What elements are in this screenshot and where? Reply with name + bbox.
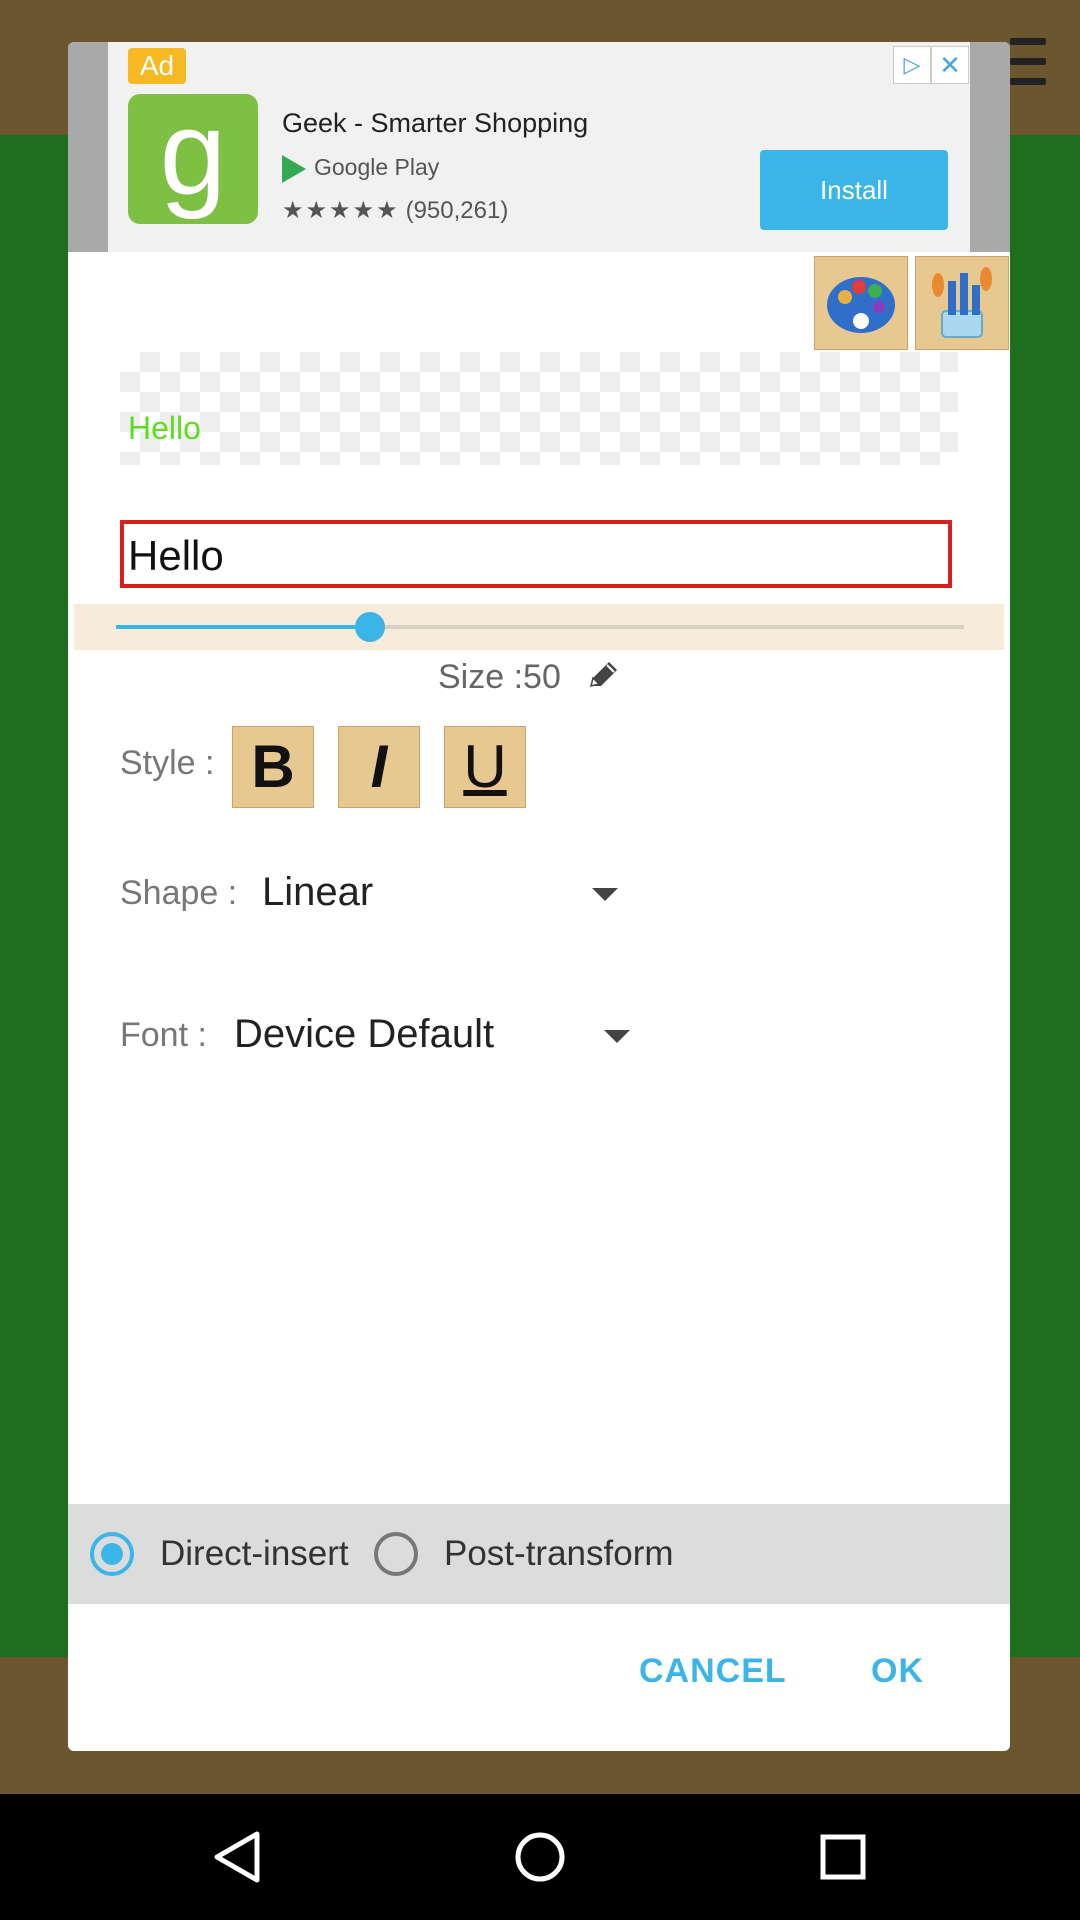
ad-close-icon[interactable]: ✕ [931,46,969,84]
shape-select[interactable]: Linear [262,870,373,915]
ad-rating: ★★★★★ (950,261) [282,196,508,225]
cancel-button[interactable]: CANCEL [639,1652,787,1691]
size-slider-track[interactable] [116,612,964,642]
system-navigation-bar [0,1794,1080,1920]
size-label: Size :50 [438,658,561,696]
shape-label: Shape : [120,874,238,912]
ad-badge: Ad [128,48,186,84]
ad-content[interactable]: Ad g Geek - Smarter Shopping Google Play… [108,42,970,252]
ad-rating-count: (950,261) [405,197,509,224]
menu-icon [1010,38,1046,98]
font-label: Font : [120,1016,207,1054]
post-transform-label[interactable]: Post-transform [444,1532,674,1576]
italic-button[interactable]: I [338,726,420,808]
shape-chevron-down-icon[interactable] [592,888,618,901]
text-dialog: Ad g Geek - Smarter Shopping Google Play… [68,42,1010,1751]
pencil-icon[interactable] [583,656,623,696]
preview-text: Hello [128,410,201,446]
app-logo-icon[interactable]: g [128,93,258,224]
brush-tools-button[interactable] [915,256,1009,350]
font-select[interactable]: Device Default [234,1012,494,1057]
font-chevron-down-icon[interactable] [604,1030,630,1043]
rating-stars-icon: ★★★★★ [282,197,400,224]
direct-insert-radio[interactable] [90,1532,134,1576]
ad-banner[interactable]: Ad g Geek - Smarter Shopping Google Play… [68,42,1010,252]
size-slider[interactable] [74,604,1004,650]
ad-title[interactable]: Geek - Smarter Shopping [282,108,588,139]
adchoices-icon[interactable]: ▷ [893,46,931,84]
underline-button[interactable]: U [444,726,526,808]
brushes-icon [932,267,992,338]
home-icon[interactable] [465,1794,615,1920]
ok-button[interactable]: OK [871,1652,924,1691]
ad-store: Google Play [282,154,439,183]
text-preview: Hello [120,352,958,465]
install-button[interactable]: Install [760,150,948,230]
bold-button[interactable]: B [232,726,314,808]
style-label: Style : [120,744,215,782]
post-transform-radio[interactable] [374,1532,418,1576]
recents-icon[interactable] [768,1794,918,1920]
direct-insert-label[interactable]: Direct-insert [160,1532,349,1576]
palette-icon [827,277,895,333]
size-slider-fill [116,625,371,629]
text-input[interactable]: Hello [120,520,952,588]
ad-store-label: Google Play [314,154,440,180]
google-play-icon [282,154,306,183]
size-slider-thumb[interactable] [355,612,386,642]
back-icon[interactable] [162,1794,312,1920]
insert-mode-group: Direct-insert Post-transform [68,1504,1010,1604]
color-palette-button[interactable] [814,256,908,350]
